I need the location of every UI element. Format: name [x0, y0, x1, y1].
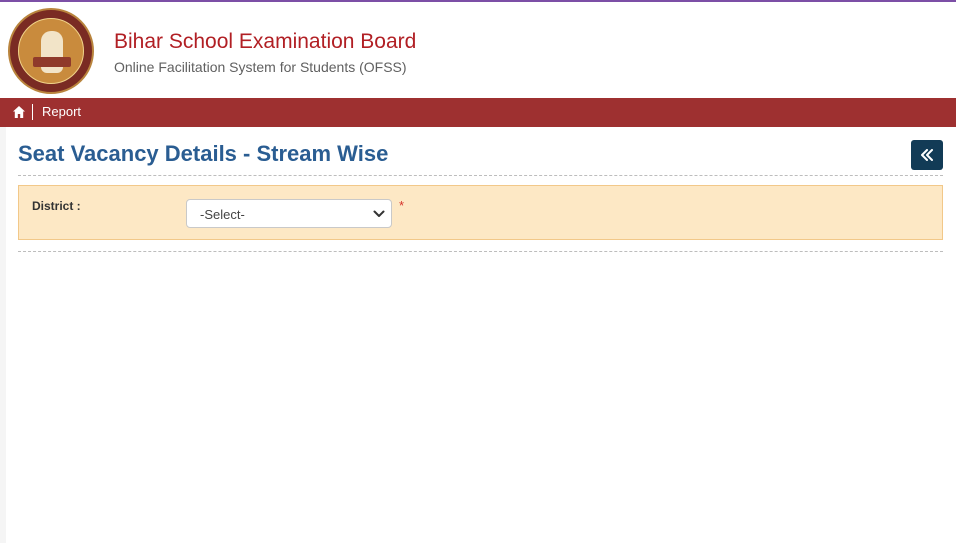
left-page-strip [0, 127, 6, 543]
site-subtitle: Online Facilitation System for Students … [114, 59, 407, 75]
title-divider [18, 175, 943, 176]
page-title: Seat Vacancy Details - Stream Wise [18, 141, 389, 166]
breadcrumb-nav: Report [0, 98, 956, 127]
breadcrumb-separator [32, 104, 33, 120]
panel-divider [18, 251, 943, 252]
district-label: District : [32, 199, 81, 213]
logo-book [33, 57, 71, 67]
board-seal-logo [8, 8, 94, 94]
site-title: Bihar School Examination Board [114, 30, 417, 53]
breadcrumb-report[interactable]: Report [42, 104, 81, 119]
back-button[interactable] [911, 140, 943, 170]
required-asterisk: * [399, 198, 405, 213]
home-icon[interactable] [12, 105, 26, 119]
site-header: Bihar School Examination Board Online Fa… [0, 2, 956, 98]
district-select[interactable]: -Select- [186, 199, 392, 228]
district-filter-panel: District : -Select- * [18, 185, 943, 240]
district-select-value: -Select- [200, 207, 245, 222]
logo-inner-ring [18, 18, 84, 84]
chevron-down-icon [373, 210, 385, 217]
double-chevron-left-icon [921, 149, 933, 161]
